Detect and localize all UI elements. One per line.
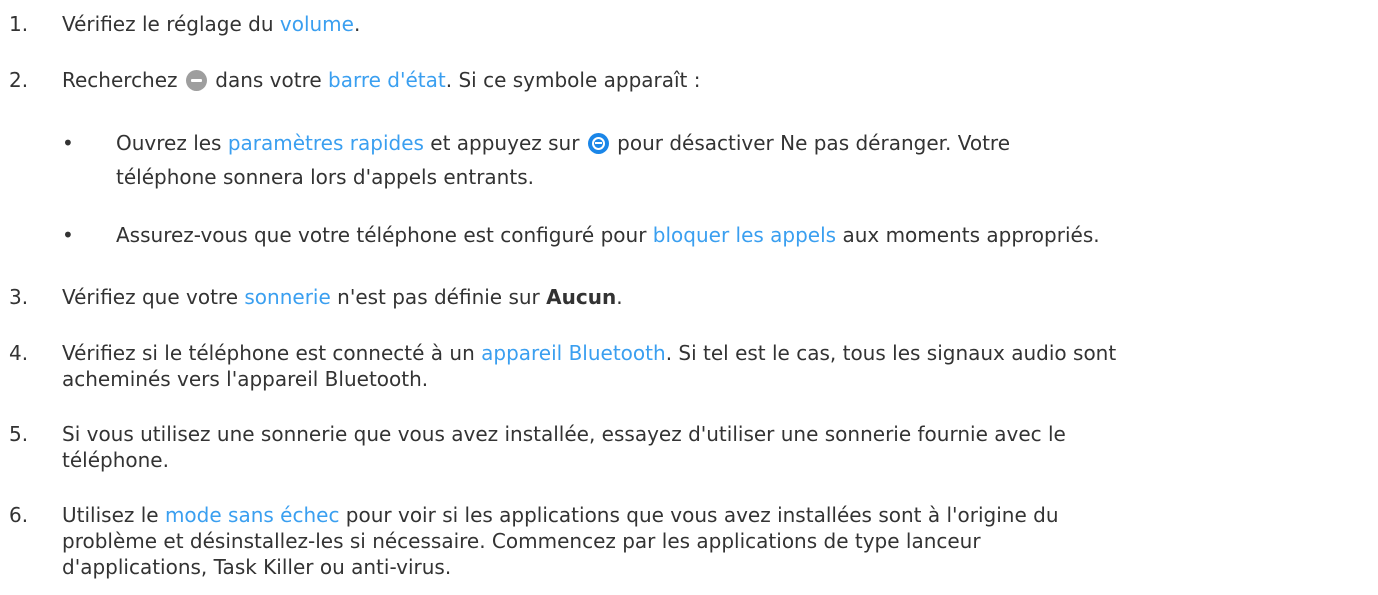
step-text-segment: . Si tel est le cas, tous les signaux au… (665, 341, 1117, 365)
step-text: Utilisez le mode sans échec pour voir si… (62, 502, 1374, 528)
step-text-segment: Vérifiez si le téléphone est connecté à … (62, 341, 482, 365)
step-text-segment: . Si ce symbole apparaît : (445, 68, 701, 92)
status-bar-link[interactable]: barre d'état (328, 68, 446, 92)
block-calls-link[interactable]: bloquer les appels (653, 223, 836, 247)
step-text-segment: Vérifiez le réglage du (62, 12, 280, 36)
step-number: 1. (9, 12, 29, 36)
step-number: 4. (9, 341, 29, 365)
bullet-text-segment: et appuyez sur (423, 131, 586, 155)
step-text: Vérifiez que votre sonnerie n'est pas dé… (62, 284, 1374, 310)
step-text-segment: dans votre (208, 68, 329, 92)
step-text-segment: Utilisez le (62, 503, 165, 527)
volume-link[interactable]: volume (280, 12, 354, 36)
ringtone-link[interactable]: sonnerie (244, 285, 330, 309)
bullet-text-segment: Assurez-vous que votre téléphone est con… (116, 223, 653, 247)
bullet-text-segment: pour désactiver Ne pas déranger. Votre (610, 131, 1011, 155)
bullet-text-line2: téléphone sonnera lors d'appels entrants… (116, 165, 534, 189)
bullet-text-segment: aux moments appropriés. (836, 223, 1100, 247)
step-text-segment: pour voir si les applications que vous a… (339, 503, 1059, 527)
quick-settings-link[interactable]: paramètres rapides (228, 131, 424, 155)
safe-mode-link[interactable]: mode sans échec (165, 503, 339, 527)
step-text-line2: téléphone. (62, 448, 169, 472)
do-not-disturb-status-icon (185, 70, 207, 91)
step-number: 5. (9, 422, 29, 446)
step-number: 6. (9, 503, 29, 527)
step-number: 3. (9, 285, 29, 309)
step-text-segment: Recherchez (62, 68, 184, 92)
step-text-segment: n'est pas définie sur (330, 285, 547, 309)
step-text: Vérifiez le réglage du volume. (62, 11, 1374, 37)
step-text-segment: . (616, 285, 623, 309)
step-text-line3: d'applications, Task Killer ou anti-viru… (62, 555, 452, 579)
step-text-segment: . (353, 12, 361, 36)
bullet-mark: • (62, 131, 74, 155)
step-text-line2: problème et désinstallez-les si nécessai… (62, 529, 981, 553)
step-text-line2: acheminés vers l'appareil Bluetooth. (62, 367, 429, 391)
bluetooth-device-link[interactable]: appareil Bluetooth (481, 341, 666, 365)
bullet-text: Ouvrez les paramètres rapides et appuyez… (116, 130, 1010, 156)
bullet-text-segment: Ouvrez les (116, 131, 228, 155)
bold-value: Aucun (546, 285, 617, 309)
step-text: Vérifiez si le téléphone est connecté à … (62, 340, 1374, 366)
step-text-segment: Vérifiez que votre (62, 285, 245, 309)
step-text: Recherchez dans votre barre d'état. Si c… (62, 67, 1374, 93)
bullet-text: Assurez-vous que votre téléphone est con… (116, 222, 1100, 248)
step-number: 2. (9, 68, 29, 92)
bullet-mark: • (62, 223, 74, 247)
step-text: Si vous utilisez une sonnerie que vous a… (62, 422, 1066, 446)
do-not-disturb-quick-setting-icon (587, 133, 609, 154)
